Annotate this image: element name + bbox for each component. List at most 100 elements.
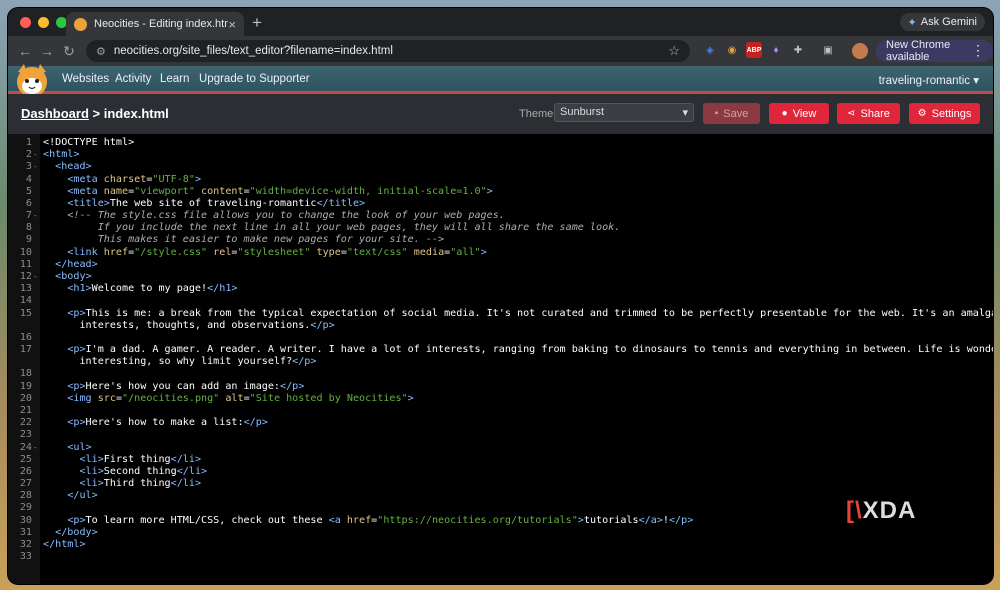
code-token: This is me: a break from the typical exp… — [85, 307, 993, 319]
browser-menu-icon[interactable]: ⋮ — [971, 42, 985, 59]
code-line[interactable]: <!DOCTYPE html> — [43, 137, 134, 148]
code-token: Third thing — [103, 478, 171, 490]
line-number: 6 — [25, 197, 32, 209]
code-line[interactable]: <body> — [43, 271, 91, 282]
fold-toggle-icon[interactable]: - — [33, 162, 38, 171]
code-token: charset — [103, 173, 147, 185]
tab-search-icon[interactable]: ▣ — [820, 42, 836, 58]
code-token: <p> — [67, 344, 86, 356]
code-line[interactable]: <meta name="viewport" content="width=dev… — [43, 185, 492, 197]
adblock-icon[interactable]: ABP — [746, 42, 762, 58]
share-button[interactable]: ⋖ Share — [837, 103, 900, 124]
code-token: </title> — [316, 197, 366, 209]
code-token: <meta — [67, 173, 104, 185]
code-token: If you include the next line in all your… — [43, 222, 621, 234]
code-line[interactable]: If you include the next line in all your… — [43, 222, 621, 234]
code-line[interactable]: </ul> — [43, 490, 97, 501]
code-line[interactable]: <!-- The style.css file allows you to ch… — [43, 210, 505, 221]
code-line[interactable]: <p>Here's how to make a list:</p> — [43, 417, 268, 428]
view-button[interactable]: ● View — [769, 103, 829, 124]
fold-toggle-icon[interactable]: - — [33, 211, 38, 220]
extensions-puzzle-icon[interactable]: ✚ — [790, 42, 806, 58]
code-line[interactable]: <head> — [43, 161, 91, 172]
code-token: <!DOCTYPE html> — [43, 137, 135, 148]
code-token: alt — [219, 392, 244, 404]
new-tab-icon[interactable]: + — [252, 13, 262, 33]
address-bar[interactable]: ⚙ neocities.org/site_files/text_editor?f… — [86, 40, 690, 62]
code-line[interactable]: <p>I'm a dad. A gamer. A reader. A write… — [43, 344, 993, 355]
code-line[interactable]: <html> — [43, 149, 79, 160]
line-number: 21 — [19, 404, 32, 416]
code-line[interactable]: <p>This is me: a break from the typical … — [43, 308, 993, 319]
code-line[interactable]: </html> — [43, 539, 86, 550]
bookmark-star-icon[interactable]: ☆ — [668, 43, 680, 59]
code-line[interactable]: <link href="/style.css" rel="stylesheet"… — [43, 247, 486, 258]
xda-bracket-icon: [\ — [846, 497, 863, 524]
url-text[interactable]: neocities.org/site_files/text_editor?fil… — [114, 45, 668, 57]
save-button[interactable]: ▪ Save — [703, 103, 760, 124]
settings-button[interactable]: ⚙ Settings — [909, 103, 980, 124]
code-line[interactable]: <meta charset="UTF-8"> — [43, 174, 201, 185]
line-number: 4 — [25, 173, 32, 185]
profile-avatar[interactable] — [852, 43, 868, 59]
code-line[interactable]: <p>Here's how you can add an image:</p> — [43, 381, 304, 392]
back-icon[interactable]: ← — [14, 43, 36, 59]
code-line[interactable]: </head> — [43, 259, 98, 270]
code-line[interactable]: <li>First thing</li> — [43, 454, 201, 465]
fold-toggle-icon[interactable]: - — [33, 150, 38, 159]
minimize-window-button[interactable] — [38, 17, 49, 28]
code-token: <a — [328, 514, 347, 526]
site-info-icon[interactable]: ⚙ — [96, 45, 106, 58]
code-token: </li> — [176, 465, 208, 477]
code-line[interactable]: <img src="/neocities.png" alt="Site host… — [43, 392, 413, 404]
code-token: </p> — [243, 417, 268, 429]
forward-icon[interactable]: → — [36, 43, 58, 59]
close-window-button[interactable] — [20, 17, 31, 28]
code-line[interactable]: This makes it easier to make new pages f… — [43, 234, 444, 245]
code-token: "width=device-width, initial-scale=1.0" — [249, 185, 487, 197]
breadcrumb: Dashboard > index.html — [21, 106, 169, 121]
site-name: traveling-romantic — [878, 75, 971, 87]
nav-learn-link[interactable]: Learn — [160, 73, 189, 85]
browser-toolbar: ← → ↻ ⚙ neocities.org/site_files/text_ed… — [8, 36, 993, 66]
extension-drop-icon[interactable]: ♦ — [768, 42, 784, 58]
extension-color-icon[interactable]: ◉ — [724, 42, 740, 58]
code-line[interactable]: <title>The web site of traveling-romanti… — [43, 198, 365, 209]
nav-upgrade-link[interactable]: Upgrade to Supporter — [199, 73, 310, 85]
ask-gemini-button[interactable]: ✦ Ask Gemini — [899, 13, 985, 31]
code-token: </h1> — [207, 283, 238, 295]
code-token: I'm a dad. A gamer. A reader. A writer. … — [85, 344, 993, 356]
code-line[interactable]: <li>Third thing</li> — [43, 478, 201, 489]
code-token: "/neocities.png" — [122, 392, 220, 404]
code-line[interactable]: interests, thoughts, and observations.</… — [43, 320, 334, 331]
close-tab-icon[interactable]: × — [228, 17, 236, 32]
nav-websites-link[interactable]: Websites — [62, 73, 109, 85]
fold-toggle-icon[interactable]: - — [33, 272, 38, 281]
reload-icon[interactable]: ↻ — [58, 43, 80, 60]
code-line[interactable]: <h1>Welcome to my page!</h1> — [43, 283, 237, 294]
site-account-menu[interactable]: traveling-romantic ▾ — [879, 73, 979, 87]
line-number: 29 — [19, 502, 32, 514]
code-line[interactable]: <p>To learn more HTML/CSS, check out the… — [43, 515, 693, 526]
browser-tab[interactable]: Neocities - Editing index.html × — [66, 12, 244, 36]
code-token: content — [194, 185, 244, 197]
line-number: 32 — [19, 538, 32, 550]
code-line[interactable]: <ul> — [43, 441, 92, 453]
globe-icon: ● — [781, 108, 788, 119]
code-line[interactable]: <li>Second thing</li> — [43, 466, 207, 477]
fold-toggle-icon[interactable]: - — [33, 443, 38, 452]
code-line[interactable]: interesting, so why limit yourself?</p> — [43, 356, 316, 367]
code-token: <p> — [67, 307, 86, 319]
nav-activity-link[interactable]: Activity — [115, 73, 151, 85]
theme-select[interactable]: Sunburst ▾ — [554, 103, 694, 122]
code-token: <ul> — [67, 441, 92, 453]
extension-icon[interactable]: ◈ — [702, 42, 718, 58]
code-line[interactable]: </body> — [43, 527, 98, 538]
dashboard-link[interactable]: Dashboard — [21, 106, 89, 121]
browser-window: Neocities - Editing index.html × + ✦ Ask… — [8, 8, 993, 584]
